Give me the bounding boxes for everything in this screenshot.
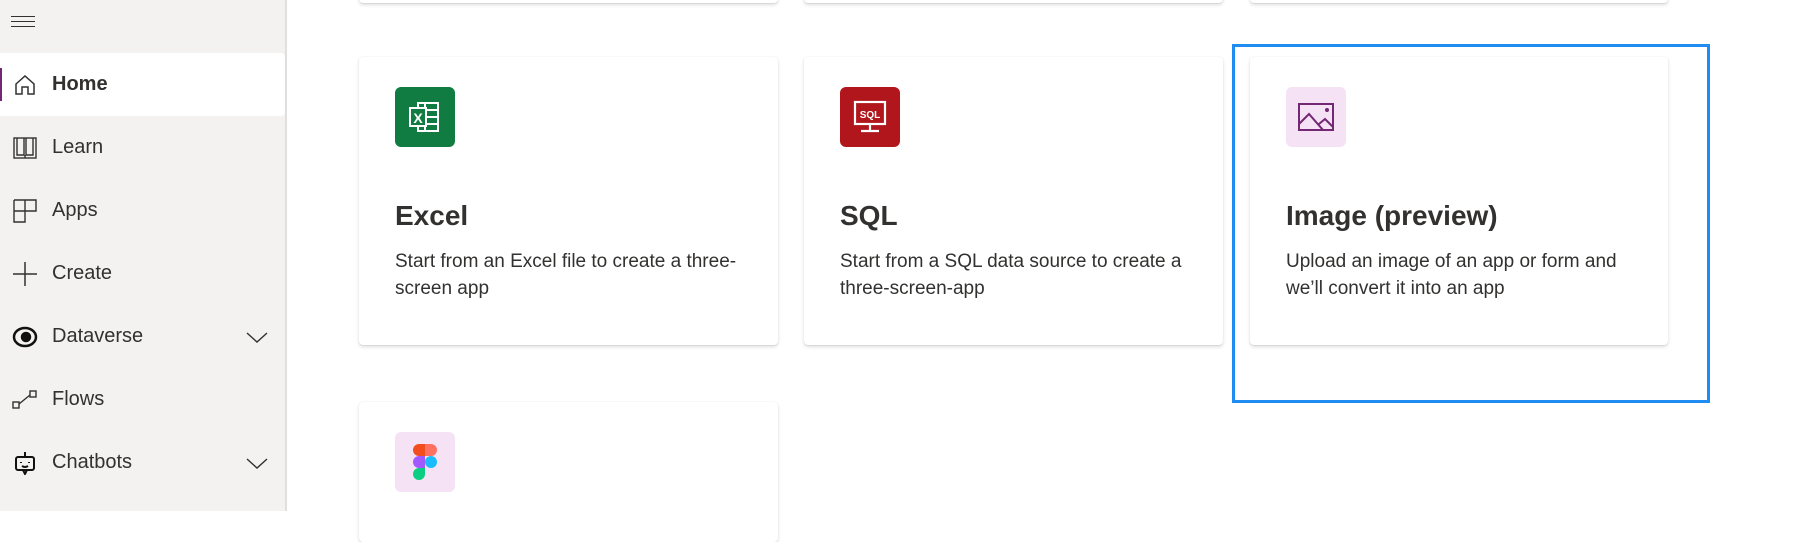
sidebar-item-apps[interactable]: Apps — [0, 179, 285, 242]
chatbot-icon — [12, 450, 38, 476]
sql-icon: SQL — [840, 87, 900, 147]
sidebar-item-home[interactable]: Home — [0, 53, 285, 116]
card-sql[interactable]: SQL SQL Start from a SQL data source to … — [804, 57, 1223, 345]
card-figma[interactable] — [359, 402, 778, 542]
image-icon — [1286, 87, 1346, 147]
card-partial[interactable] — [1250, 0, 1668, 3]
sidebar-item-learn[interactable]: Learn — [0, 116, 285, 179]
sidebar-item-label: Apps — [52, 199, 98, 221]
card-title: Excel — [395, 200, 469, 231]
figma-icon — [395, 432, 455, 492]
sidebar-item-chatbots[interactable]: Chatbots — [0, 431, 285, 494]
svg-text:X: X — [413, 110, 423, 126]
dataverse-icon — [12, 324, 38, 350]
card-partial[interactable] — [359, 0, 778, 3]
book-icon — [12, 135, 38, 161]
chevron-down-icon[interactable] — [246, 452, 268, 474]
sidebar-item-flows[interactable]: Flows — [0, 368, 285, 431]
sidebar-item-label: Home — [52, 73, 108, 95]
sidebar-item-label: Dataverse — [52, 325, 144, 347]
card-title: SQL — [840, 200, 898, 231]
sidebar-item-label: Create — [52, 262, 113, 284]
chevron-down-icon[interactable] — [246, 326, 268, 348]
sidebar-item-label: Chatbots — [52, 451, 133, 473]
card-title: Image (preview) — [1286, 200, 1498, 231]
sidebar-item-label: Learn — [52, 136, 104, 158]
flows-icon — [12, 387, 38, 413]
plus-icon — [12, 261, 38, 287]
hamburger-menu-icon[interactable] — [11, 16, 35, 30]
home-icon — [12, 72, 38, 98]
card-description: Start from an Excel file to create a thr… — [395, 251, 737, 299]
card-partial[interactable] — [804, 0, 1223, 3]
apps-icon — [12, 198, 38, 224]
sidebar: Home Learn Apps Create Dataverse Flows C… — [0, 0, 287, 511]
excel-icon: X — [395, 87, 455, 147]
svg-text:SQL: SQL — [860, 110, 881, 121]
sidebar-item-label: Flows — [52, 388, 105, 410]
card-excel[interactable]: X Excel Start from an Excel file to crea… — [359, 57, 778, 345]
sidebar-item-dataverse[interactable]: Dataverse — [0, 305, 285, 368]
card-image-preview[interactable]: Image (preview) Upload an image of an ap… — [1250, 57, 1668, 345]
sidebar-item-create[interactable]: Create — [0, 242, 285, 305]
card-description: Upload an image of an app or form and we… — [1286, 251, 1617, 299]
card-description: Start from a SQL data source to create a… — [840, 251, 1182, 299]
